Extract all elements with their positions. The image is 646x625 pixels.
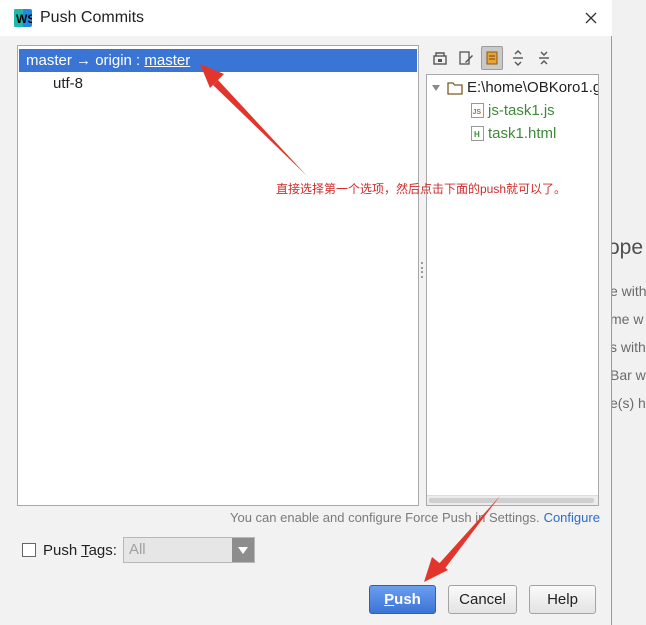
splitter-handle[interactable]	[419, 262, 425, 278]
push-tags-label: Push Tags:	[43, 541, 117, 559]
configure-link[interactable]: Configure	[544, 510, 600, 525]
background-line: e with	[612, 283, 646, 299]
svg-text:JS: JS	[473, 109, 482, 116]
js-file-icon: JS	[471, 103, 484, 118]
background-app: ope e with me w s with Bar w e(s) h	[612, 0, 646, 625]
background-line: me w	[612, 311, 644, 327]
changed-files-tree: E:\home\OBKoro1.g JS js-task1.js H task1…	[426, 74, 599, 506]
tree-root-label: E:\home\OBKoro1.g	[467, 79, 599, 96]
chevron-down-icon	[432, 84, 440, 91]
tree-root-node[interactable]: E:\home\OBKoro1.g	[431, 79, 599, 96]
help-button[interactable]: Help	[529, 585, 596, 614]
commit-item[interactable]: utf-8	[53, 75, 83, 92]
background-line: e(s) h	[612, 395, 646, 411]
window-title: Push Commits	[40, 9, 145, 26]
push-button[interactable]: Push	[369, 585, 436, 614]
horizontal-scrollbar[interactable]	[427, 495, 598, 505]
close-button[interactable]	[578, 6, 604, 30]
local-branch: master	[26, 52, 72, 69]
push-commits-dialog: WS Push Commits master → origin : master…	[0, 0, 612, 625]
dropdown-arrow[interactable]	[231, 538, 254, 562]
push-tags-row: Push Tags: All	[22, 537, 255, 563]
remote-name: origin	[95, 52, 132, 69]
title-bar: WS Push Commits	[0, 0, 612, 36]
push-tags-checkbox[interactable]	[22, 543, 36, 557]
background-heading: ope	[612, 236, 644, 259]
edit-source-button[interactable]	[455, 46, 477, 70]
separator: :	[131, 52, 145, 69]
file-item-html[interactable]: H task1.html	[471, 125, 556, 142]
arrow-glyph: →	[76, 52, 92, 69]
expand-all-icon	[513, 50, 523, 66]
file-name: js-task1.js	[488, 102, 555, 119]
force-push-text: You can enable and configure Force Push …	[230, 510, 540, 525]
collapse-all-icon	[539, 51, 549, 65]
cancel-button[interactable]: Cancel	[448, 585, 517, 614]
show-diff-button[interactable]	[481, 46, 503, 70]
push-tags-select[interactable]: All	[122, 537, 255, 563]
html-file-icon: H	[471, 126, 484, 141]
svg-text:H: H	[474, 130, 480, 139]
group-by-button[interactable]	[429, 46, 451, 70]
group-by-icon	[433, 52, 447, 65]
background-line: Bar w	[612, 367, 646, 383]
changes-toolbar	[429, 46, 555, 72]
force-push-info: You can enable and configure Force Push …	[230, 510, 600, 525]
folder-icon	[447, 81, 463, 95]
webstorm-icon: WS	[14, 9, 32, 27]
edit-source-icon	[459, 51, 473, 65]
file-name: task1.html	[488, 125, 557, 142]
chevron-down-icon	[237, 546, 248, 554]
show-diff-icon	[486, 51, 498, 65]
svg-text:WS: WS	[16, 12, 32, 26]
target-branch-link[interactable]: master	[144, 52, 190, 69]
push-tags-value: All	[128, 541, 146, 558]
branch-push-row[interactable]: master → origin : master	[19, 49, 417, 72]
annotation-text: 直接选择第一个选项，然后点击下面的push就可以了。	[276, 182, 567, 196]
file-item-js[interactable]: JS js-task1.js	[471, 102, 555, 119]
background-line: s with	[612, 339, 646, 355]
repository-tree: master → origin : master utf-8	[17, 45, 419, 506]
collapse-all-button[interactable]	[533, 46, 555, 70]
close-icon	[585, 12, 597, 24]
expand-all-button[interactable]	[507, 46, 529, 70]
